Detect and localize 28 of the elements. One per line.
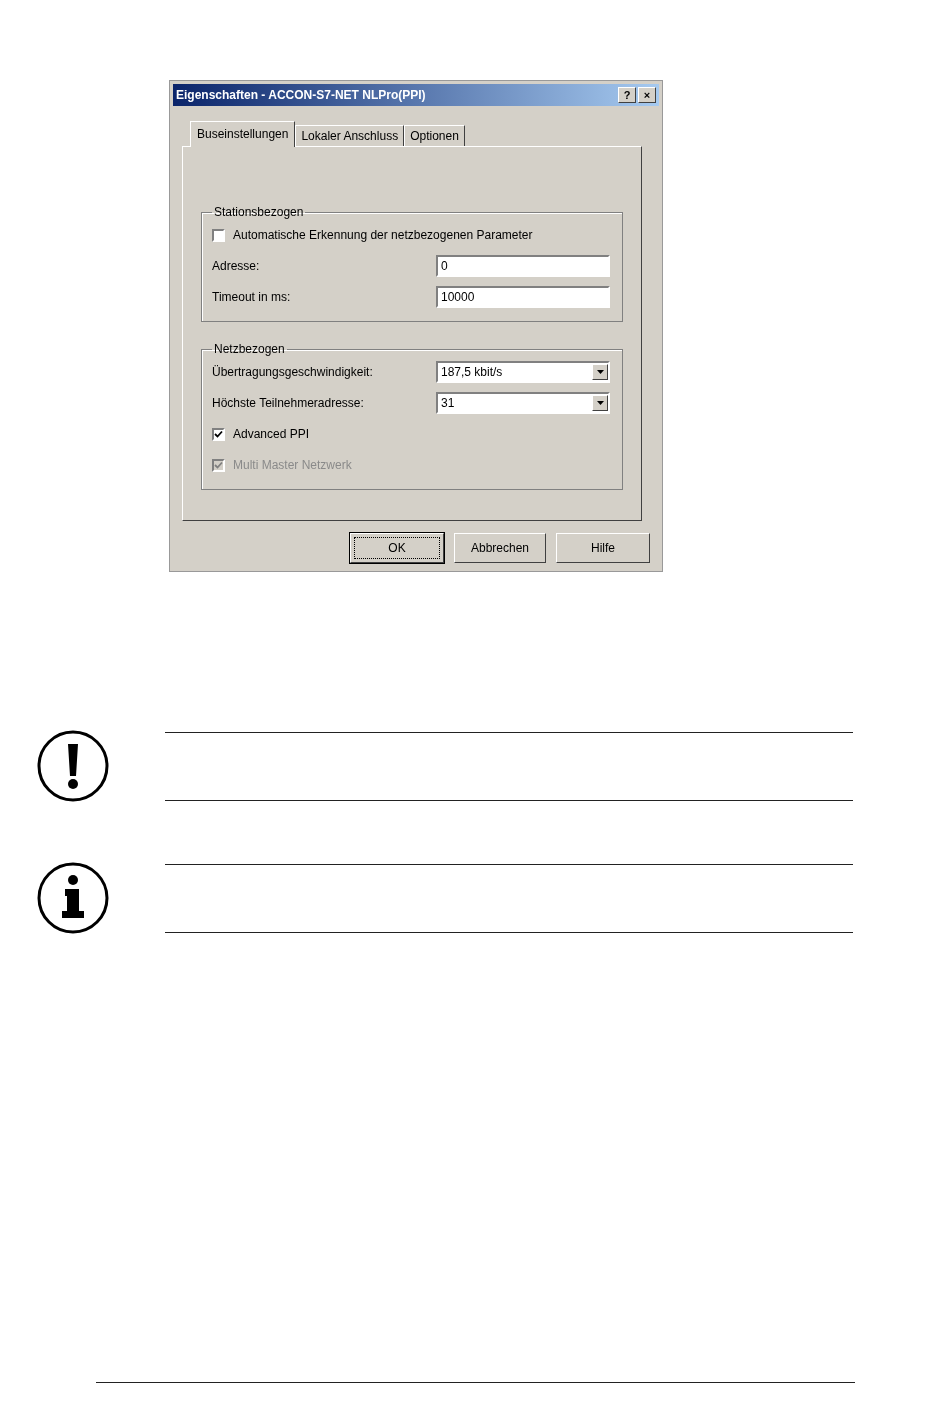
checkbox-label: Advanced PPI	[233, 427, 310, 441]
tab[interactable]: Buseinstellungen	[190, 121, 296, 147]
warning-icon	[37, 730, 109, 802]
group-title: Netzbezogen	[213, 342, 286, 356]
field-label: Timeout in ms:	[212, 290, 292, 304]
dialog-button[interactable]: Abbrechen	[454, 533, 546, 563]
close-button[interactable]: ×	[638, 87, 656, 103]
window-title: Eigenschaften - ACCON-S7-NET NLPro(PPI)	[176, 88, 427, 102]
dropdown[interactable]: 31	[436, 392, 610, 414]
field-label: Adresse:	[212, 259, 261, 273]
checkbox[interactable]	[212, 427, 225, 441]
dialog-button[interactable]: Hilfe	[556, 533, 650, 563]
help-button[interactable]: ?	[618, 87, 636, 103]
tab[interactable]: Optionen	[404, 125, 465, 146]
dialog-button[interactable]: OK	[350, 533, 444, 563]
field-label: Übertragungsgeschwindigkeit:	[212, 365, 374, 379]
dropdown[interactable]: 187,5 kbit/s	[436, 361, 610, 383]
checkbox-label: Automatische Erkennung der netzbezogenen Parameter	[233, 228, 533, 242]
field-label: Höchste Teilnehmeradresse:	[212, 396, 365, 410]
group-title: Stationsbezogen	[213, 205, 305, 219]
tab[interactable]: Lokaler Anschluss	[295, 125, 405, 146]
caret-icon	[592, 395, 608, 411]
input-field[interactable]: 10000	[436, 286, 610, 308]
checkbox[interactable]	[212, 228, 225, 242]
checkbox-label: Multi Master Netzwerk	[233, 458, 352, 472]
input-field[interactable]: 0	[436, 255, 610, 277]
caret-icon	[592, 364, 608, 380]
info-icon	[37, 862, 109, 934]
